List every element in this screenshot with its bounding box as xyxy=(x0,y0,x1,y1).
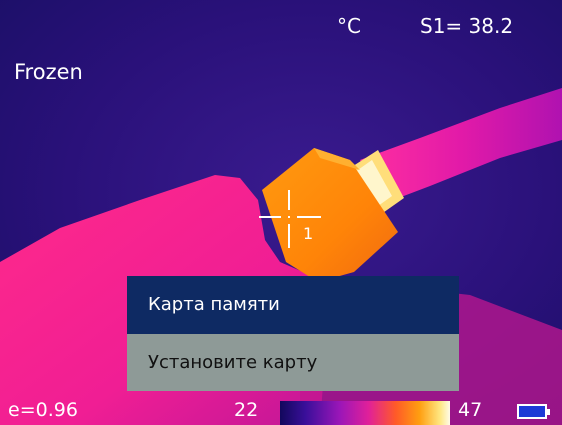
crosshair-right xyxy=(297,216,321,218)
spot-label: 1 xyxy=(303,224,314,243)
crosshair-center xyxy=(288,216,290,218)
dialog-message[interactable]: Установите карту xyxy=(127,334,459,391)
temperature-unit: °C xyxy=(337,14,361,38)
color-scale-bar xyxy=(280,401,450,425)
battery-icon xyxy=(517,404,550,419)
crosshair-bottom xyxy=(288,224,290,248)
memory-card-dialog[interactable]: Карта памяти Установите карту xyxy=(127,276,459,391)
scale-max-value: 47 xyxy=(458,399,483,421)
image-mode-label: Frozen xyxy=(14,60,83,84)
crosshair-top xyxy=(288,190,290,210)
scale-min-value: 22 xyxy=(234,399,259,421)
dialog-title: Карта памяти xyxy=(127,276,459,334)
thermal-camera-screen: 1 °C S1= 38.2 Frozen e=0.96 22 47 Карта … xyxy=(0,0,562,425)
spot-temperature-reading: S1= 38.2 xyxy=(420,14,514,38)
crosshair-left xyxy=(259,216,281,218)
emissivity-value: e=0.96 xyxy=(8,399,78,421)
